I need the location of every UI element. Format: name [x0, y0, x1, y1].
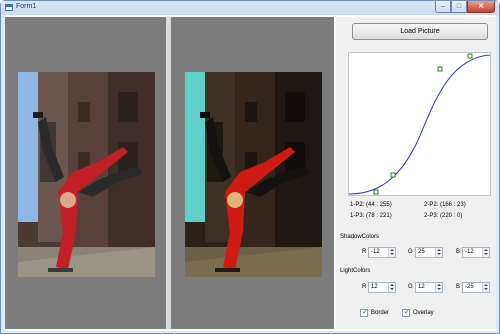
- window-controls: – □ ✕: [435, 1, 495, 13]
- light-g-value: 12: [418, 284, 425, 290]
- spin-arrows-icon[interactable]: [435, 248, 442, 257]
- curve-handle-2: [390, 172, 396, 178]
- light-r-spinner[interactable]: 12: [368, 282, 396, 293]
- shadow-g-value: 25: [418, 249, 425, 255]
- spin-arrows-icon[interactable]: [482, 283, 489, 292]
- light-g-label: G: [408, 284, 413, 290]
- control-panel: Load Picture 1-P2: (44 : 255) 2-P2: (166…: [336, 17, 496, 329]
- light-b-label: B: [456, 284, 461, 290]
- close-button[interactable]: ✕: [467, 1, 495, 13]
- light-g-spinner[interactable]: 12: [415, 282, 443, 293]
- spin-arrows-icon[interactable]: [435, 283, 442, 292]
- processed-image-pane: [171, 17, 334, 329]
- overlay-checkbox-label[interactable]: Overlay: [413, 310, 434, 316]
- light-b-spinner[interactable]: -25: [462, 282, 490, 293]
- load-picture-button[interactable]: Load Picture: [352, 23, 488, 40]
- checkmark-icon: ✓: [362, 309, 368, 316]
- tone-curve-editor[interactable]: [348, 52, 491, 196]
- original-photo: [18, 72, 155, 277]
- checkmark-icon: ✓: [404, 309, 410, 316]
- shadow-g-spinner[interactable]: 25: [415, 247, 443, 258]
- shadow-g-label: G: [408, 249, 413, 255]
- title-bar[interactable]: Form1 – □ ✕: [1, 1, 499, 15]
- maximize-button[interactable]: □: [451, 1, 467, 13]
- point-2p3-label: 2-P3: (220 : 0): [424, 213, 463, 219]
- minimize-button[interactable]: –: [435, 1, 451, 13]
- border-checkbox[interactable]: ✓: [360, 309, 368, 317]
- original-image-pane: [5, 17, 166, 329]
- shadow-colors-label: ShadowColors: [340, 234, 380, 240]
- app-window: Form1 – □ ✕ Load Picture 1-P2: (44: 255…: [0, 0, 500, 334]
- light-r-label: R: [362, 284, 367, 290]
- window-title: Form1: [16, 3, 37, 10]
- shadow-r-spinner[interactable]: -12: [368, 247, 396, 258]
- point-1p2-label: 1-P2: (44 : 255): [350, 202, 392, 208]
- form-icon: [5, 4, 13, 11]
- point-2p2-label: 2-P2: (166 : 23): [424, 202, 466, 208]
- overlay-checkbox[interactable]: ✓: [402, 309, 410, 317]
- shadow-b-spinner[interactable]: -12: [462, 247, 490, 258]
- light-colors-label: LightColors: [340, 268, 371, 274]
- curve-handle-4: [467, 53, 473, 59]
- shadow-b-value: -12: [465, 249, 474, 255]
- client-area: Load Picture 1-P2: (44 : 255) 2-P2: (166…: [5, 15, 496, 331]
- spin-arrows-icon[interactable]: [388, 248, 395, 257]
- curve-handle-1: [373, 189, 379, 195]
- light-r-value: 12: [371, 284, 378, 290]
- processed-photo: [185, 72, 322, 277]
- shadow-r-label: R: [362, 249, 367, 255]
- point-1p3-label: 1-P3: (78 : 221): [350, 213, 392, 219]
- spin-arrows-icon[interactable]: [388, 283, 395, 292]
- tone-curve-line: [348, 54, 491, 195]
- spin-arrows-icon[interactable]: [482, 248, 489, 257]
- shadow-r-value: -12: [371, 249, 380, 255]
- shadow-b-label: B: [456, 249, 461, 255]
- light-b-value: -25: [465, 284, 474, 290]
- border-checkbox-label[interactable]: Border: [371, 310, 389, 316]
- curve-handle-3: [437, 66, 443, 72]
